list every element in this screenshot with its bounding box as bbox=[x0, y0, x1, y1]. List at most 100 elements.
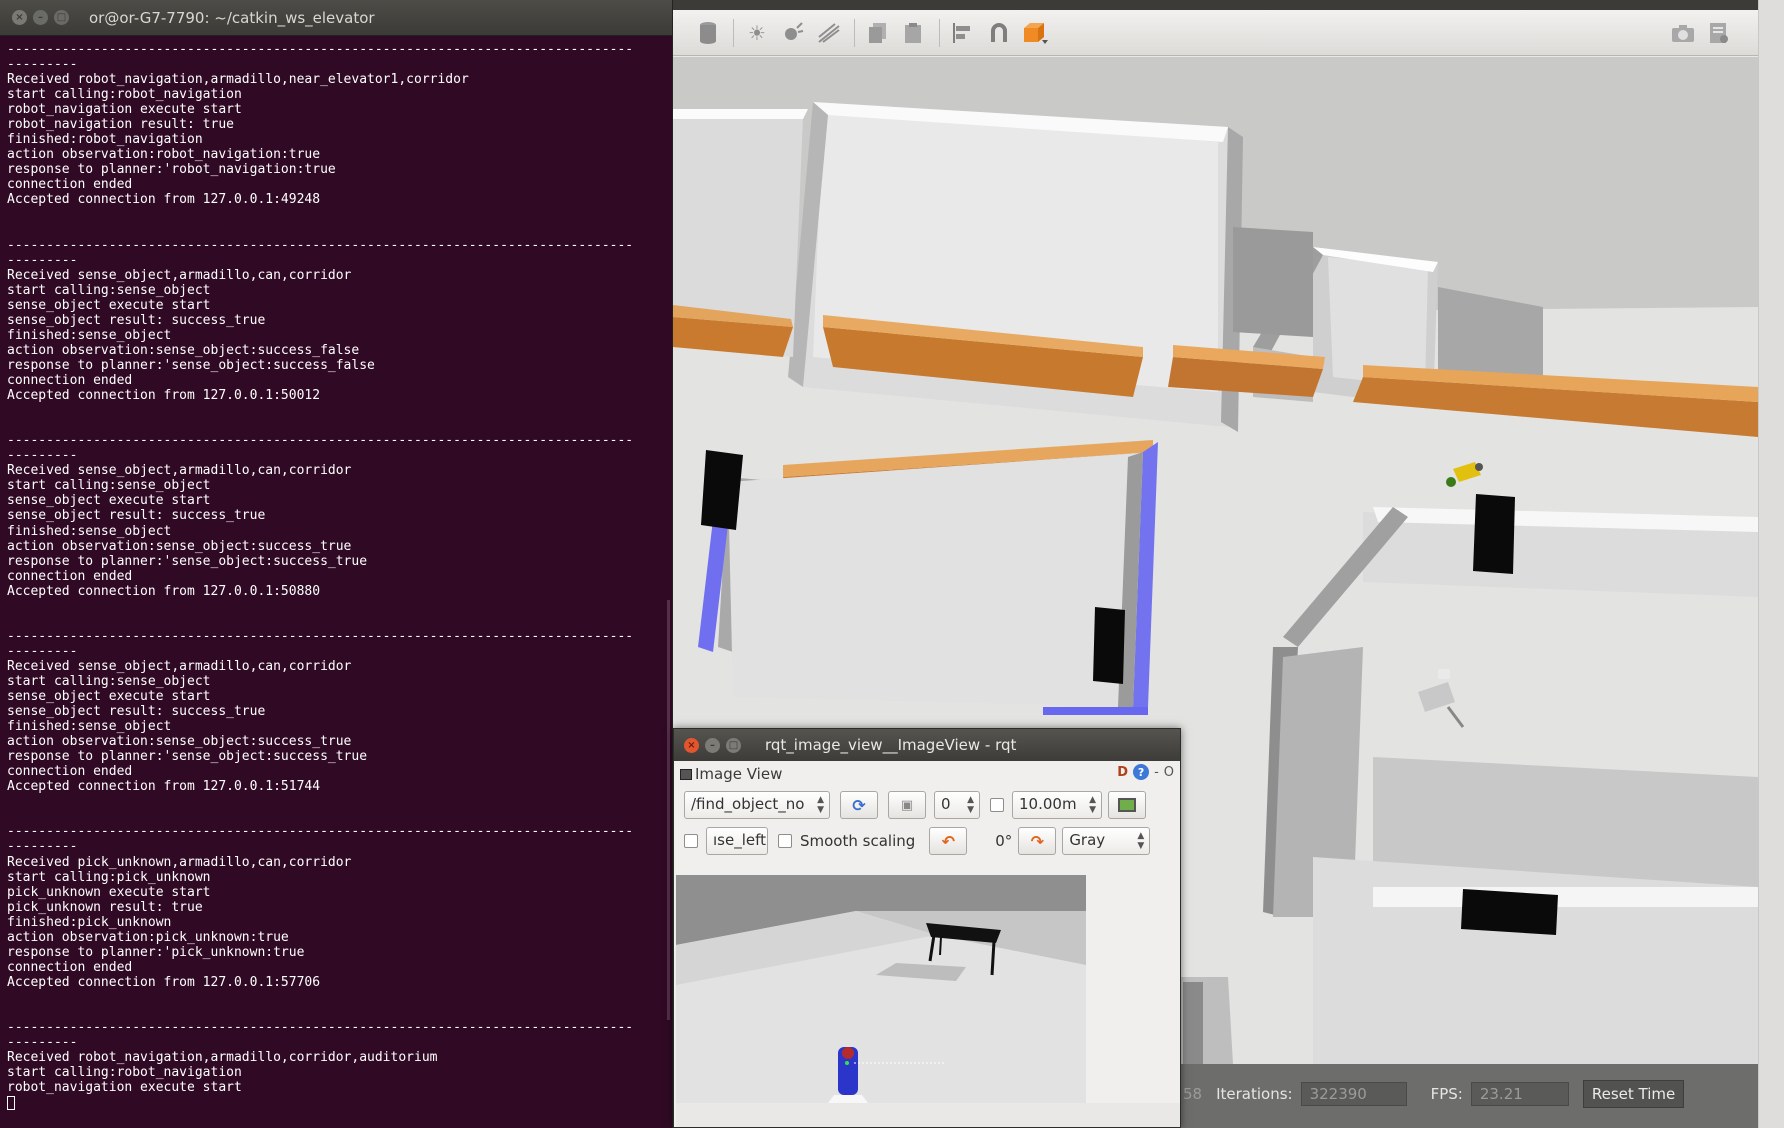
terminal-line: start calling:sense_object bbox=[7, 282, 211, 298]
image-icon bbox=[1118, 798, 1136, 812]
smooth-scaling-checkbox[interactable] bbox=[778, 834, 792, 848]
terminal-line: start calling:pick_unknown bbox=[7, 869, 211, 885]
align-icon[interactable] bbox=[950, 20, 976, 46]
terminal-output[interactable]: --------- --------- --------- --------- ----… bbox=[0, 36, 672, 1110]
iterations-label: Iterations: bbox=[1216, 1085, 1293, 1103]
refresh-button[interactable]: ⟳ bbox=[840, 791, 878, 819]
topic-select[interactable]: /find_object_no ▲ ▼ bbox=[684, 791, 830, 819]
desktop: × – □ or@or-G7-7790: ~/catkin_ws_elevato… bbox=[0, 0, 1784, 1128]
iterations-value: 322390 bbox=[1300, 1082, 1407, 1106]
distance-checkbox[interactable] bbox=[990, 798, 1004, 812]
terminal-line: ----------------------------------------… bbox=[7, 237, 634, 253]
terminal-line: response to planner:'sense_object:succes… bbox=[7, 357, 375, 373]
help-icon[interactable]: ? bbox=[1133, 764, 1150, 780]
terminal-line: sense_object result: success_true bbox=[7, 312, 266, 328]
copy-icon[interactable] bbox=[865, 20, 891, 46]
sim-time-fragment: 58 bbox=[1183, 1085, 1203, 1103]
terminal-line: finished:sense_object bbox=[7, 523, 172, 539]
plugin-header: Image View D ? - O bbox=[674, 761, 1180, 787]
sun-light-icon[interactable]: ☀ bbox=[744, 20, 770, 46]
terminal-line: connection ended bbox=[7, 568, 133, 584]
pan-image-button[interactable] bbox=[1108, 791, 1146, 819]
terminal-line: connection ended bbox=[7, 177, 133, 193]
gazebo-right-panel[interactable] bbox=[1758, 0, 1784, 1128]
rqt-image-view-window[interactable]: × – □ rqt_image_view__ImageView - rqt Im… bbox=[673, 728, 1181, 1128]
rotation-label: 0° bbox=[995, 832, 1013, 850]
toolbar-right bbox=[1670, 20, 1742, 46]
plugin-close-button[interactable]: O bbox=[1164, 765, 1174, 780]
spin-box[interactable]: 0 ▲ ▼ bbox=[934, 791, 980, 819]
terminal-line: response to planner:'robot_navigation:tr… bbox=[7, 162, 336, 178]
cylinder-shape-icon[interactable] bbox=[695, 20, 721, 46]
terminal-line: sense_object execute start bbox=[7, 493, 211, 509]
terminal-line: sense_object execute start bbox=[7, 297, 211, 313]
view-angle-icon[interactable] bbox=[1022, 20, 1048, 46]
enable-checkbox[interactable] bbox=[684, 834, 698, 848]
maximize-icon[interactable]: □ bbox=[726, 737, 741, 753]
toolbar-separator bbox=[854, 18, 855, 47]
plugin-label: Image View bbox=[695, 765, 783, 783]
camera-image-view[interactable] bbox=[676, 875, 1086, 1103]
toolbar-separator bbox=[733, 18, 734, 47]
rqt-titlebar[interactable]: × – □ rqt_image_view__ImageView - rqt bbox=[674, 729, 1180, 761]
plugin-d-button[interactable]: D bbox=[1117, 765, 1128, 780]
terminal-line: Received sense_object,armadillo,can,corr… bbox=[7, 463, 352, 479]
screenshot-camera-icon[interactable] bbox=[1670, 20, 1696, 46]
terminal-line: Received robot_navigation,armadillo,near… bbox=[7, 72, 469, 88]
maximize-icon[interactable]: □ bbox=[54, 10, 69, 25]
chevron-updown-icon: ▲ ▼ bbox=[1137, 831, 1145, 851]
terminal-line: Received pick_unknown,armadillo,can,corr… bbox=[7, 854, 352, 870]
terminal-line: sense_object result: success_true bbox=[7, 704, 266, 720]
snap-magnet-icon[interactable] bbox=[986, 20, 1012, 46]
color-mode-select[interactable]: Gray ▲ ▼ bbox=[1062, 827, 1151, 855]
terminal-title: or@or-G7-7790: ~/catkin_ws_elevator bbox=[89, 8, 375, 27]
terminal-line: robot_navigation execute start bbox=[7, 1080, 242, 1096]
spot-light-icon[interactable] bbox=[816, 20, 842, 46]
terminal-line: response to planner:'sense_object:succes… bbox=[7, 553, 368, 569]
terminal-titlebar[interactable]: × – □ or@or-G7-7790: ~/catkin_ws_elevato… bbox=[0, 0, 672, 36]
terminal-window[interactable]: × – □ or@or-G7-7790: ~/catkin_ws_elevato… bbox=[0, 0, 673, 1128]
paste-icon[interactable] bbox=[901, 20, 927, 46]
refresh-icon: ⟳ bbox=[852, 795, 866, 815]
terminal-line: --------- bbox=[7, 57, 78, 73]
terminal-line: Accepted connection from 127.0.0.1:57706 bbox=[7, 974, 321, 990]
topic-suffix-field[interactable]: ıse_left bbox=[706, 827, 768, 855]
rqt-title: rqt_image_view__ImageView - rqt bbox=[765, 736, 1017, 754]
terminal-line: connection ended bbox=[7, 959, 133, 975]
terminal-line: ----------------------------------------… bbox=[7, 1020, 634, 1036]
terminal-line: ----------------------------------------… bbox=[7, 628, 634, 644]
terminal-line: start calling:robot_navigation bbox=[7, 87, 242, 103]
plugin-minimize-button[interactable]: - bbox=[1154, 765, 1159, 780]
minimize-icon[interactable]: – bbox=[705, 737, 720, 753]
log-icon[interactable] bbox=[1706, 20, 1732, 46]
terminal-prompt[interactable] bbox=[7, 1095, 672, 1110]
rotate-left-button[interactable]: ↶ bbox=[929, 827, 968, 855]
point-light-icon[interactable] bbox=[780, 20, 806, 46]
terminal-line: finished:sense_object bbox=[7, 327, 172, 343]
terminal-line: action observation:sense_object:success_… bbox=[7, 342, 360, 358]
rotate-right-button[interactable]: ↷ bbox=[1018, 827, 1057, 855]
terminal-line: start calling:sense_object bbox=[7, 478, 211, 494]
terminal-scrollbar[interactable] bbox=[667, 600, 670, 1020]
terminal-line: finished:robot_navigation bbox=[7, 132, 203, 148]
terminal-line: connection ended bbox=[7, 764, 133, 780]
minimize-icon[interactable]: – bbox=[33, 10, 48, 25]
terminal-line: Received robot_navigation,armadillo,corr… bbox=[7, 1050, 438, 1066]
spin-box-value: 0 bbox=[941, 795, 951, 813]
terminal-line: --------- bbox=[7, 643, 78, 659]
distance-spin-box[interactable]: 10.00m ▲ ▼ bbox=[1012, 791, 1102, 819]
terminal-line: ----------------------------------------… bbox=[7, 433, 634, 449]
close-icon[interactable]: × bbox=[684, 737, 699, 753]
reset-time-button[interactable]: Reset Time bbox=[1582, 1080, 1685, 1108]
terminal-line: pick_unknown result: true bbox=[7, 899, 203, 915]
close-icon[interactable]: × bbox=[12, 10, 27, 25]
terminal-line: robot_navigation execute start bbox=[7, 102, 242, 118]
color-mode-value: Gray bbox=[1069, 831, 1106, 849]
save-image-button[interactable]: ▣ bbox=[888, 791, 926, 819]
